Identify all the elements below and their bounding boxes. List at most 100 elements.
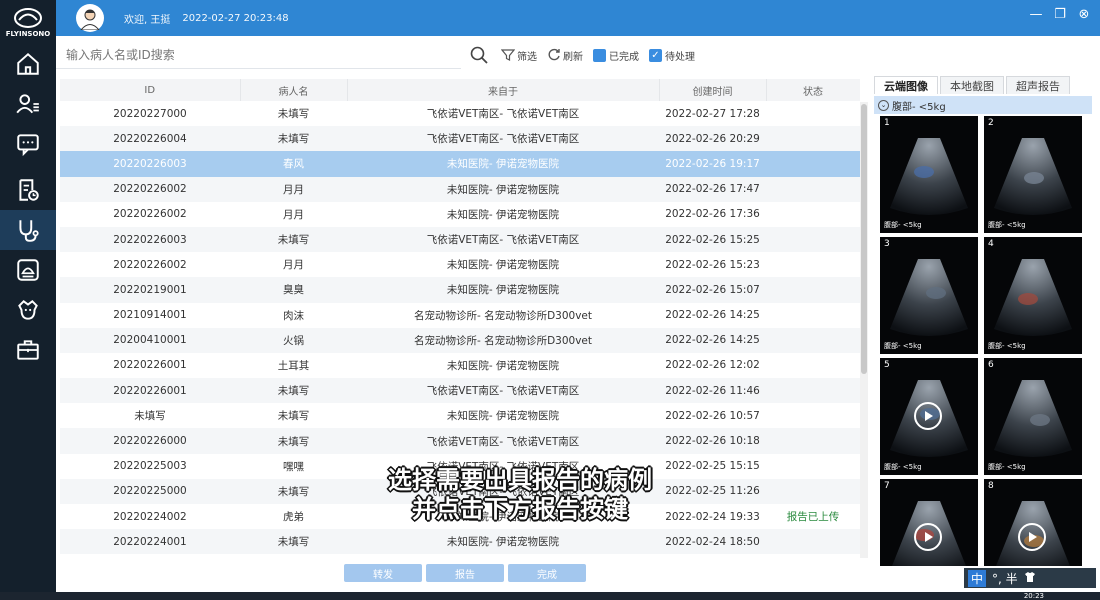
ultrasound-thumbnail[interactable]: 7 [880,479,978,566]
thumbnail-number: 3 [884,239,890,249]
ultrasound-thumbnail[interactable]: 4 腹部- <5kg [984,237,1082,354]
table-row[interactable]: 20220226000 未填写 飞依诺VET南区- 飞依诺VET南区 2022-02-… [60,428,860,454]
nav-ultrasound[interactable] [0,250,56,290]
search-icon [470,46,488,64]
done-filter-checkbox[interactable]: 已完成 [593,48,639,63]
chat-icon [17,134,39,157]
close-icon[interactable]: ⊗ [1076,6,1092,22]
table-row[interactable]: 20220226003 未填写 飞依诺VET南区- 飞依诺VET南区 2022-02-… [60,226,860,253]
ultrasound-icon [17,259,39,281]
complete-button[interactable]: 完成 [508,564,586,582]
cell-created: 2022-02-26 14:25 [665,309,760,322]
table-row[interactable]: 未填写 未填写 未知医院- 伊诺宠物医院 2022-02-26 10:57 [60,403,860,428]
play-icon[interactable] [914,402,942,430]
search-input[interactable] [56,41,461,69]
ime-language: 中 [968,569,987,587]
header-patient[interactable]: 病人名 [240,79,348,101]
cell-patient: 土耳其 [277,359,310,372]
user-list-icon [16,94,39,114]
search-button[interactable] [467,43,491,67]
ultrasound-thumbnail[interactable]: 3 腹部- <5kg [880,237,978,354]
restore-icon[interactable]: ❐ [1052,6,1068,22]
table-row[interactable]: 20220219001 臭臭 未知医院- 伊诺宠物医院 2022-02-26 15:0… [60,277,860,303]
table-row[interactable]: 20220226001 未填写 飞依诺VET南区- 飞依诺VET南区 2022-02-… [60,378,860,404]
header-source[interactable]: 来自于 [347,79,660,101]
header-status[interactable]: 状态 [766,79,860,101]
table-row[interactable]: 20220226003 春风 未知医院- 伊诺宠物医院 2022-02-26 19:1… [60,151,860,177]
sidebar: FLYINSONO [0,0,56,592]
filter-button[interactable]: 筛选 [501,48,537,63]
cell-source: 未知医院- 伊诺宠物医院 [446,359,560,372]
cell-id: 20220226000 [60,428,240,454]
table-row[interactable]: 20220226002 月月 未知医院- 伊诺宠物医院 2022-02-26 17:3… [60,202,860,227]
cell-source: 未知医院- 伊诺宠物医院 [347,151,659,177]
cell-source: 未知医院- 伊诺宠物医院 [446,410,560,423]
forward-button[interactable]: 转发 [344,564,422,582]
stethoscope-icon [19,220,39,242]
nav-users[interactable] [0,84,56,124]
table-row[interactable]: 20220226004 未填写 飞依诺VET南区- 飞依诺VET南区 2022-02-… [60,126,860,152]
report-button[interactable]: 报告 [426,564,504,582]
header-created[interactable]: 创建时间 [659,79,767,101]
table-row[interactable]: 20220224001 未填写 未知医院- 伊诺宠物医院 2022-02-24 18:… [60,529,860,555]
minimize-icon[interactable]: — [1028,6,1044,22]
table-row[interactable]: 20220226002 月月 未知医院- 伊诺宠物医院 2022-02-26 15:2… [60,252,860,277]
cell-id: 未填写 [134,410,166,423]
nav-toolbox[interactable] [0,330,56,370]
tab-ultrasound-report[interactable]: 超声报告 [1006,76,1070,94]
ultrasound-thumbnail[interactable]: 6 腹部- <5kg [984,358,1082,475]
cell-source: 未知医院- 伊诺宠物医院 [347,176,659,202]
play-icon[interactable] [1018,523,1046,551]
cell-created: 2022-02-26 11:46 [659,378,766,404]
cell-status [766,327,860,353]
scrollbar-thumb[interactable] [861,104,867,374]
table-row[interactable]: 20220226001 土耳其 未知医院- 伊诺宠物医院 2022-02-26 12:… [60,353,860,378]
image-group-header[interactable]: ⌄ 腹部- <5kg [874,96,1092,114]
nav-messages[interactable] [0,124,56,164]
play-icon[interactable] [914,523,942,551]
cell-status [766,428,860,454]
cell-created: 2022-02-26 17:47 [659,176,766,202]
tab-local-screenshots[interactable]: 本地截图 [940,76,1004,94]
ultrasound-thumbnail[interactable]: 5 腹部- <5kg [880,358,978,475]
logo-text: FLYINSONO [5,29,51,38]
ultrasound-image-icon [890,259,968,336]
table-row[interactable]: 20220227000 未填写 飞依诺VET南区- 飞依诺VET南区 2022-02-… [60,101,860,126]
nav-records[interactable] [0,170,56,210]
cell-id: 20220224002 [113,510,187,523]
nav-pet[interactable] [0,290,56,330]
refresh-button[interactable]: 刷新 [547,48,583,63]
table-row[interactable]: 20210914001 肉沫 名宠动物诊所- 名宠动物诊所D300vet 2022-0… [60,303,860,328]
ultrasound-thumbnail[interactable]: 1 腹部- <5kg [880,116,978,233]
cell-status [766,353,860,378]
cell-created: 2022-02-26 10:18 [659,428,766,454]
ultrasound-thumbnail[interactable]: 8 [984,479,1082,566]
header-id[interactable]: ID [60,79,241,101]
cell-id: 20220226002 [60,176,240,202]
ultrasound-thumbnail[interactable]: 2 腹部- <5kg [984,116,1082,233]
search-bar: 筛选 刷新 已完成 ✓ 待处理 [56,40,866,70]
pending-filter-checkbox[interactable]: ✓ 待处理 [649,48,695,63]
table-row[interactable]: 20220226002 月月 未知医院- 伊诺宠物医院 2022-02-26 17:4… [60,176,860,202]
cell-created: 2022-02-26 15:23 [665,258,760,271]
nav-home[interactable] [0,44,56,84]
image-group-label: 腹部- <5kg [892,101,946,113]
cell-patient: 未填写 [240,126,347,152]
ime-indicator[interactable]: 中 °, 半 [964,568,1096,588]
cell-source: 名宠动物诊所- 名宠动物诊所D300vet [413,309,593,322]
avatar[interactable] [76,4,104,32]
cell-patient: 未填写 [277,108,310,121]
cell-id: 20220226003 [60,151,240,177]
tab-cloud-images[interactable]: 云端图像 [874,76,938,94]
collapse-icon: ⌄ [878,99,889,111]
cell-patient: 未填写 [240,478,347,504]
cell-patient: 火锅 [240,327,347,353]
cell-status [766,101,860,126]
logo-icon [14,7,42,28]
cell-created: 2022-02-24 18:50 [659,529,766,555]
table-scrollbar[interactable] [860,102,868,558]
cell-source: 飞依诺VET南区- 飞依诺VET南区 [347,126,659,152]
cell-patient: 未填写 [240,378,347,404]
nav-stethoscope[interactable] [0,210,56,250]
table-row[interactable]: 20200410001 火锅 名宠动物诊所- 名宠动物诊所D300vet 2022-0… [60,327,860,353]
